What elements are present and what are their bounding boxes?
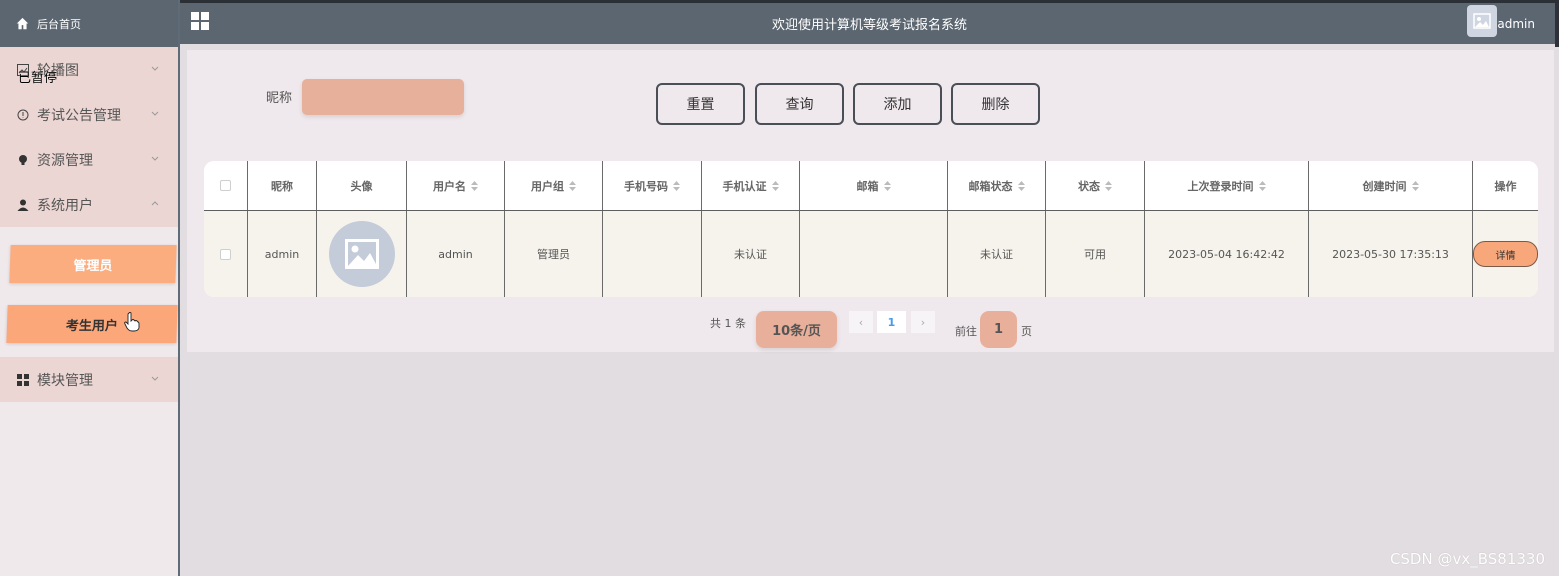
- chevron-down-icon: [151, 66, 159, 71]
- sidebar-item-system-users[interactable]: 系统用户: [0, 182, 178, 227]
- column-header[interactable]: 手机认证: [702, 161, 800, 210]
- column-header: 头像: [317, 161, 407, 210]
- sort-icon: [1017, 180, 1025, 191]
- query-button[interactable]: 查询: [755, 83, 844, 125]
- sort-icon: [673, 180, 680, 191]
- cell-status: 可用: [1046, 211, 1145, 297]
- prev-page-button[interactable]: ‹: [849, 311, 873, 333]
- column-header: 昵称: [248, 161, 317, 210]
- reset-button[interactable]: 重置: [656, 83, 745, 125]
- page-title: 欢迎使用计算机等级考试报名系统: [771, 18, 967, 33]
- chevron-down-icon: [151, 156, 159, 161]
- sort-icon: [1105, 180, 1112, 191]
- paused-overlay-text: 已暂停: [18, 71, 58, 86]
- column-header[interactable]: 邮箱状态: [948, 161, 1046, 210]
- cell-avatar: [317, 211, 407, 297]
- row-checkbox[interactable]: [220, 248, 231, 260]
- nickname-search-input[interactable]: [302, 79, 464, 115]
- sort-icon: [1411, 180, 1419, 191]
- sort-icon: [569, 180, 576, 191]
- submenu-admin[interactable]: 管理员: [9, 245, 177, 283]
- chevron-up-icon: [151, 200, 159, 205]
- user-icon: [16, 198, 30, 212]
- sidebar-item-label: 系统用户: [37, 197, 93, 214]
- sidebar-item-label: 考试公告管理: [37, 107, 121, 124]
- column-header[interactable]: 用户组: [505, 161, 603, 210]
- sidebar-item-modules[interactable]: 模块管理: [0, 357, 178, 402]
- image-icon: [344, 239, 379, 269]
- cell-group: 管理员: [505, 211, 603, 297]
- goto-page-input[interactable]: 1: [980, 311, 1017, 348]
- column-header[interactable]: 上次登录时间: [1145, 161, 1309, 210]
- cell-email: [800, 211, 948, 297]
- cell-created: 2023-05-30 17:35:13: [1309, 211, 1473, 297]
- bulb-icon: [16, 153, 30, 167]
- sidebar-item-label: 模块管理: [37, 372, 93, 389]
- grid-icon: [16, 373, 30, 387]
- column-header[interactable]: 用户名: [407, 161, 505, 210]
- goto-label: 前往: [955, 325, 977, 338]
- sort-icon: [1258, 180, 1266, 191]
- column-header: 操作: [1494, 179, 1517, 193]
- cell-action: 详情: [1473, 211, 1538, 297]
- page-unit-label: 页: [1021, 325, 1032, 338]
- row-select[interactable]: [204, 211, 248, 297]
- column-header[interactable]: 手机号码: [603, 161, 702, 210]
- sidebar-home[interactable]: 后台首页: [0, 0, 178, 47]
- top-header: 欢迎使用计算机等级考试报名系统 admin: [180, 0, 1559, 47]
- watermark: CSDN @vx_BS81330: [1389, 550, 1545, 568]
- cell-username: admin: [407, 211, 505, 297]
- hand-cursor-icon: [124, 312, 140, 332]
- main-panel: 昵称 重置 查询 添加 删除 昵称 头像 用户名 用户组 手机号码 手机认证 邮…: [187, 50, 1554, 352]
- add-button[interactable]: 添加: [853, 83, 942, 125]
- sort-icon: [883, 180, 891, 191]
- image-icon: [1473, 13, 1491, 29]
- table-row[interactable]: admin admin 管理员 未认证 未认证 可用 2023-05-04 16…: [204, 210, 1538, 297]
- table-header: 昵称 头像 用户名 用户组 手机号码 手机认证 邮箱 邮箱状态 状态 上次登录时…: [204, 161, 1538, 210]
- chevron-down-icon: [151, 111, 159, 116]
- delete-button[interactable]: 删除: [951, 83, 1040, 125]
- avatar[interactable]: [1467, 5, 1497, 37]
- cell-nickname: admin: [248, 211, 317, 297]
- header-edge: [1555, 3, 1559, 47]
- column-header[interactable]: 创建时间: [1309, 161, 1473, 210]
- sidebar-item-announcement[interactable]: 考试公告管理: [0, 92, 178, 137]
- sort-icon: [771, 180, 779, 191]
- page-number-1[interactable]: 1: [877, 311, 906, 333]
- sidebar: 后台首页 轮播图 考试公告管理 资源管理 系统用户 管理员 考生用户 模块管理: [0, 0, 180, 576]
- column-header[interactable]: 状态: [1046, 161, 1145, 210]
- info-icon: [16, 108, 30, 122]
- users-table: 昵称 头像 用户名 用户组 手机号码 手机认证 邮箱 邮箱状态 状态 上次登录时…: [204, 161, 1538, 297]
- select-all-checkbox[interactable]: [220, 180, 231, 191]
- pager-total: 共 1 条: [710, 317, 746, 330]
- cell-phone-auth: 未认证: [702, 211, 800, 297]
- detail-button[interactable]: 详情: [1473, 241, 1538, 267]
- cell-phone: [603, 211, 702, 297]
- header-select-all[interactable]: [204, 161, 248, 210]
- sidebar-item-resources[interactable]: 资源管理: [0, 137, 178, 182]
- page-size-select[interactable]: 10条/页: [756, 311, 837, 348]
- sidebar-item-label: 资源管理: [37, 152, 93, 169]
- avatar-placeholder: [328, 221, 395, 287]
- submenu-examinee-users[interactable]: 考生用户: [6, 305, 178, 343]
- home-icon: [16, 17, 29, 30]
- sort-icon: [471, 180, 478, 191]
- header-username[interactable]: admin: [1497, 17, 1535, 31]
- search-label: 昵称: [266, 91, 293, 106]
- cell-email-status: 未认证: [948, 211, 1046, 297]
- next-page-button[interactable]: ›: [911, 311, 935, 333]
- chevron-down-icon: [151, 376, 159, 381]
- system-users-submenu: 管理员 考生用户: [0, 227, 178, 357]
- sidebar-home-label: 后台首页: [37, 17, 81, 31]
- cell-last-login: 2023-05-04 16:42:42: [1145, 211, 1309, 297]
- column-header[interactable]: 邮箱: [800, 161, 948, 210]
